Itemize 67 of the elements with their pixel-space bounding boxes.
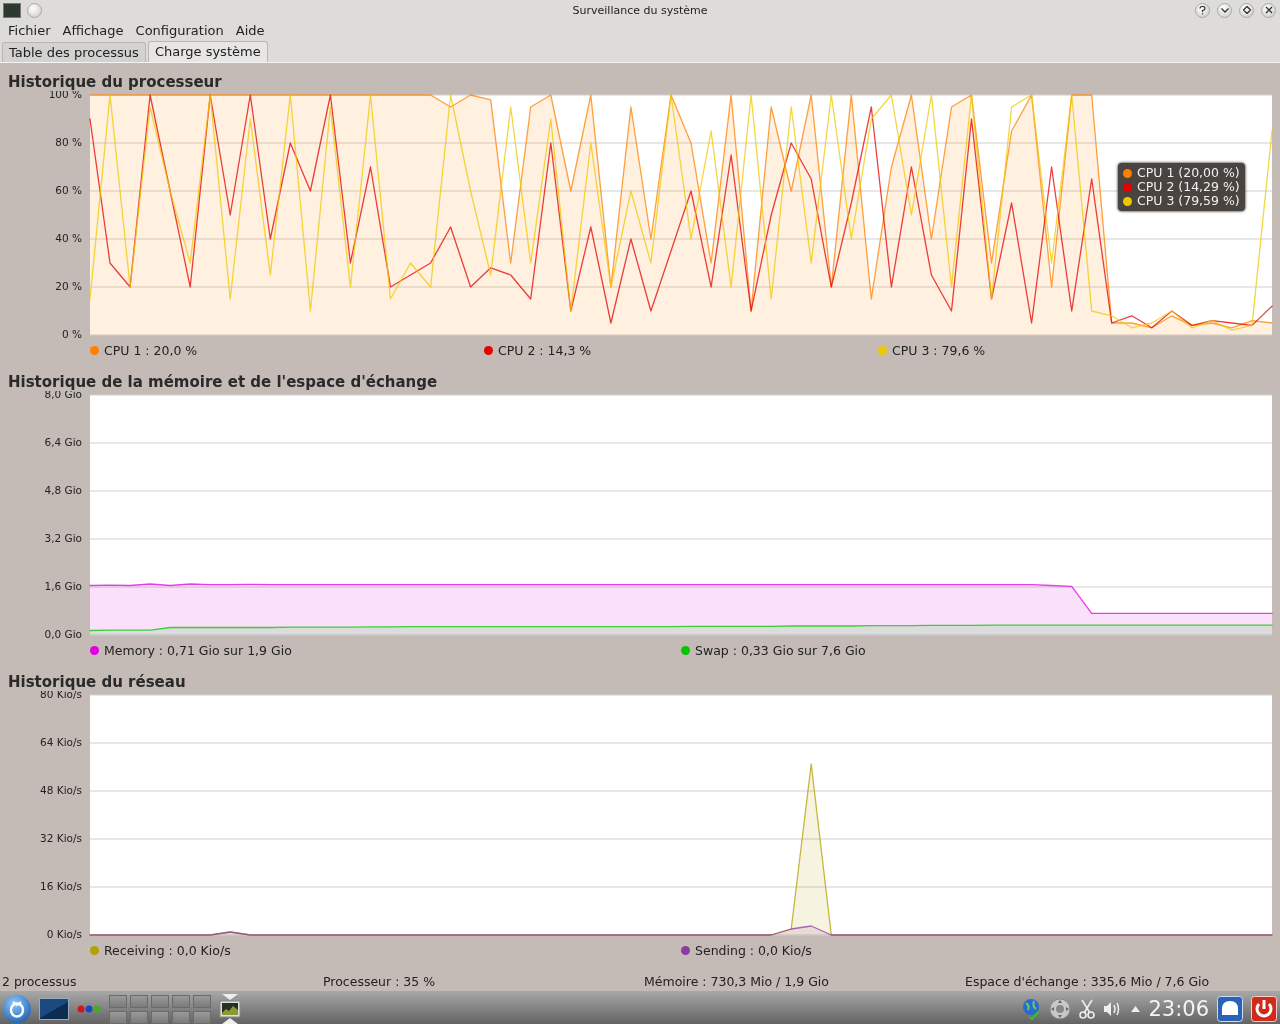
monitor-icon[interactable] [219, 994, 241, 1024]
diamond-icon [1242, 6, 1251, 14]
axis-tick-label: 0,0 Gio [44, 628, 82, 639]
tab[interactable]: Table des processus [2, 42, 146, 62]
app-icon [3, 2, 21, 18]
close-icon [1264, 6, 1273, 14]
legend-dot [681, 945, 690, 955]
legend-label: CPU 2 : 14,3 % [498, 342, 592, 358]
axis-tick-label: 0 Kio/s [46, 928, 82, 939]
axis-tick-label: 20 % [55, 280, 82, 292]
legend-dot [484, 345, 493, 355]
section-title: Historique du réseau [7, 673, 187, 691]
legend-label: CPU 3 : 79,6 % [892, 342, 986, 358]
axis-tick-label: 3,2 Gio [44, 532, 82, 544]
up-triangle-icon[interactable] [1131, 1006, 1141, 1012]
circle-arrows-icon[interactable] [1049, 998, 1072, 1020]
close-button[interactable] [1261, 2, 1276, 18]
status-text: Processeur : 35 % [323, 973, 437, 989]
clock: 23:06 [1148, 997, 1209, 1021]
axis-tick-label: 1,6 Gio [44, 580, 82, 592]
tooltip-text: CPU 1 (20,00 %) [1137, 166, 1240, 180]
axis-tick-label: 64 Kio/s [40, 736, 82, 748]
status-text: 2 processus [2, 973, 78, 989]
three-dots-icon[interactable] [77, 1005, 101, 1013]
status-text: Mémoire : 730,3 Mio / 1,9 Gio [644, 973, 830, 989]
desktop-icon[interactable] [39, 998, 69, 1020]
ring-icon [9, 1000, 25, 1018]
legend-label: Swap : 0,33 Gio sur 7,6 Gio [695, 642, 866, 658]
legend-dot [681, 645, 690, 655]
legend-dot [878, 345, 887, 355]
tooltip-text: CPU 3 (79,59 %) [1137, 194, 1240, 208]
legend-dot [90, 945, 99, 955]
globe-icon[interactable] [1021, 998, 1042, 1020]
chevron-down-icon [1220, 7, 1229, 13]
tab[interactable]: Charge système [147, 41, 268, 62]
axis-tick-label: 0 % [62, 328, 82, 339]
legend-dot [90, 645, 99, 655]
help-button[interactable] [1195, 2, 1210, 18]
power-icon[interactable] [1251, 996, 1277, 1022]
minimize-button[interactable] [1217, 2, 1232, 18]
start-menu-button[interactable] [3, 995, 31, 1023]
legend-label: Memory : 0,71 Gio sur 1,9 Gio [104, 642, 292, 658]
section-title: Historique de la mémoire et de l'espace d'échange [7, 373, 439, 391]
axis-tick-label: 16 Kio/s [40, 880, 82, 892]
scissors-icon[interactable] [1079, 999, 1096, 1019]
section-title: Historique du processeur [7, 73, 223, 91]
legend-label: Receiving : 0,0 Kio/s [104, 942, 231, 958]
axis-tick-label: 60 % [55, 184, 82, 196]
legend-dot [90, 345, 99, 355]
axis-tick-label: 100 % [48, 91, 82, 100]
menu-item[interactable]: Configuration [129, 22, 230, 38]
menu-item[interactable]: Fichier [2, 22, 57, 38]
axis-tick-label: 48 Kio/s [40, 784, 82, 796]
axis-tick-label: 40 % [55, 232, 82, 244]
axis-tick-label: 32 Kio/s [40, 832, 82, 844]
status-text: Espace d'échange : 335,6 Mio / 7,6 Gio [965, 973, 1211, 989]
maximize-button[interactable] [1239, 2, 1254, 18]
tooltip-text: CPU 2 (14,29 %) [1137, 180, 1240, 194]
legend-label: CPU 1 : 20,0 % [104, 342, 198, 358]
menu-item[interactable]: Affichage [56, 22, 130, 38]
window-title: Surveillance du système [572, 3, 708, 17]
axis-tick-label: 80 % [55, 136, 82, 148]
question-icon [1199, 5, 1206, 15]
menu-item[interactable]: Aide [229, 22, 271, 38]
axis-tick-label: 4,8 Gio [44, 484, 82, 496]
axis-tick-label: 6,4 Gio [44, 436, 82, 448]
legend-label: Sending : 0,0 Kio/s [695, 942, 812, 958]
